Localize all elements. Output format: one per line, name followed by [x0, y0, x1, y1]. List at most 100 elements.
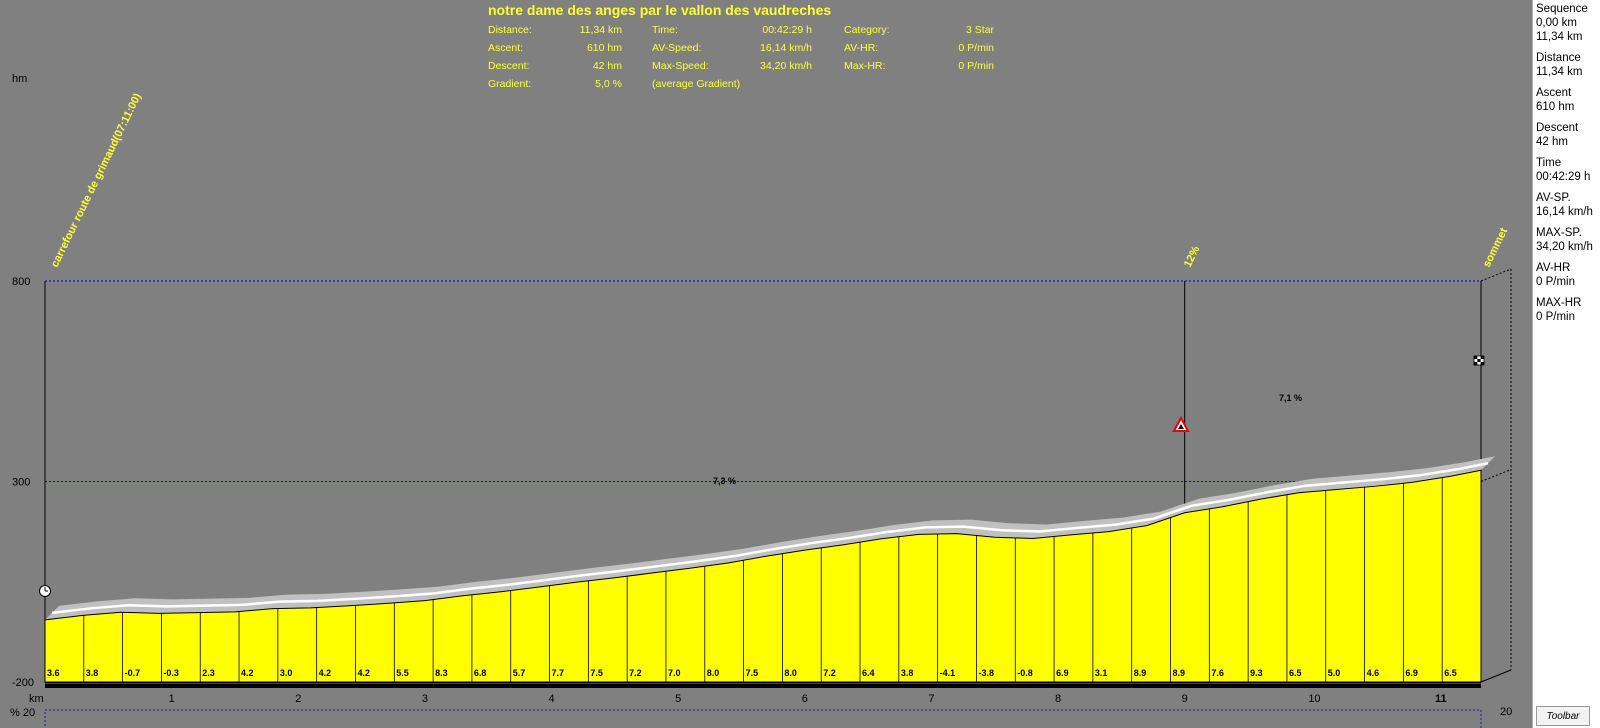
stats-spacer — [812, 42, 844, 54]
segment-gradient-label: 6.9 — [1056, 668, 1069, 678]
gradient-annotation-2: 7,1 % — [1279, 393, 1302, 403]
climb-marker-label: 12% — [1182, 244, 1203, 269]
sidebar-label: MAX-HR — [1536, 297, 1582, 309]
segment-gradient-label: -0.3 — [163, 668, 179, 678]
segment-gradient-label: 7.2 — [823, 668, 836, 678]
stats-cell: 11,34 km — [579, 24, 622, 36]
segment-gradient-label: 4.2 — [319, 668, 332, 678]
sidebar-label: Time — [1536, 157, 1562, 169]
x-tick-label: 3 — [422, 693, 428, 705]
info-sidebar: Sequence 0,00 km 11,34 km Distance 11,34… — [1532, 0, 1600, 728]
grad-axis-right-label: 20 — [1500, 706, 1512, 718]
climb-warning-icon — [1172, 415, 1190, 432]
sidebar-label: Distance — [1536, 52, 1581, 64]
sidebar-label: AV-SP. — [1536, 192, 1571, 204]
segment-gradient-label: 3.6 — [47, 668, 60, 678]
toolbar-button[interactable]: Toolbar — [1536, 706, 1590, 726]
stats-spacer — [812, 60, 844, 72]
segment-gradient-label: -0.7 — [125, 668, 141, 678]
stats-spacer — [622, 42, 652, 54]
sidebar-item-time: Time 00:42:29 h — [1533, 154, 1600, 189]
segment-gradient-label: 6.5 — [1289, 668, 1302, 678]
stats-cell: 00:42:29 h — [762, 24, 812, 36]
segment-gradient-label: 7.7 — [552, 668, 565, 678]
sidebar-label: Descent — [1536, 122, 1579, 134]
profile-area — [44, 469, 1482, 683]
stats-grid: Distance: 11,34 km Time: 00:42:29 h Category… — [488, 24, 994, 90]
sidebar-value: 0 P/min — [1536, 311, 1575, 323]
y-tick-label: 300 — [12, 477, 30, 489]
profile-layer — [44, 456, 1495, 683]
x-unit-label: km — [29, 693, 44, 705]
stats-spacer — [622, 78, 652, 90]
segment-gradient-label: -4.1 — [940, 668, 956, 678]
sidebar-value: 0 P/min — [1536, 276, 1575, 288]
segment-gradient-label: 5.5 — [396, 668, 409, 678]
segment-gradient-label: 7.2 — [629, 668, 642, 678]
sidebar-item-av-speed: AV-SP. 16,14 km/h — [1533, 189, 1600, 224]
stats-spacer — [622, 24, 652, 36]
sidebar-value: 11,34 km — [1536, 31, 1583, 43]
sidebar-item-distance: Distance 11,34 km — [1533, 49, 1600, 84]
segment-gradient-label: 3.1 — [1095, 668, 1108, 678]
segment-gradient-label: 7.6 — [1211, 668, 1224, 678]
finish-flag-icon — [1473, 355, 1485, 366]
stats-cell: 34,20 km/h — [760, 60, 812, 72]
sidebar-value: 42 hm — [1536, 136, 1568, 148]
sidebar-item-ascent: Ascent 610 hm — [1533, 84, 1600, 119]
stats-spacer — [812, 24, 844, 36]
stats-cell: Time: — [652, 24, 678, 36]
stats-cell: Distance: — [488, 24, 532, 36]
sidebar-value: 0,00 km — [1536, 17, 1577, 29]
depth-line — [1480, 268, 1512, 282]
summit-marker-label: sommet — [1481, 226, 1510, 269]
segment-gradient-label: -0.8 — [1017, 668, 1033, 678]
stats-spacer — [622, 60, 652, 72]
sidebar-item-sequence: Sequence 0,00 km 11,34 km — [1533, 0, 1600, 49]
y-tick-label: -200 — [12, 677, 34, 689]
sidebar-item-max-hr: MAX-HR 0 P/min — [1533, 294, 1600, 329]
x-axis-bar — [45, 684, 1481, 688]
stats-cell: Max-Speed: — [652, 60, 709, 72]
segment-gradient-label: 4.2 — [357, 668, 370, 678]
segment-gradient-label: 4.6 — [1367, 668, 1380, 678]
segment-gradient-label: 7.0 — [668, 668, 681, 678]
sidebar-value: 34,20 km/h — [1536, 241, 1593, 253]
sidebar-value: 610 hm — [1536, 101, 1575, 113]
sidebar-label: Sequence — [1536, 3, 1588, 15]
segment-gradient-label: 8.0 — [784, 668, 797, 678]
stats-cell: 3 Star — [965, 24, 994, 36]
stats-cell — [934, 78, 994, 90]
sidebar-value: 00:42:29 h — [1536, 171, 1591, 183]
route-title: notre dame des anges par le vallon des v… — [488, 2, 832, 18]
grad-axis-label: % 20 — [10, 707, 35, 719]
x-tick-label: 6 — [802, 693, 808, 705]
depth-line — [1480, 669, 1512, 683]
stats-cell: Max-HR: — [844, 60, 886, 72]
stats-cell: Ascent: — [488, 42, 524, 54]
sidebar-value: 16,14 km/h — [1536, 206, 1593, 218]
stats-cell: 5,0 % — [595, 78, 622, 90]
stats-cell — [844, 78, 934, 90]
depth-line — [1480, 469, 1512, 482]
sidebar-item-max-speed: MAX-SP. 34,20 km/h — [1533, 224, 1600, 259]
segment-gradient-label: 3.8 — [901, 668, 914, 678]
y-unit-label: hm — [12, 73, 27, 85]
x-tick-label: 10 — [1308, 693, 1320, 705]
start-icon — [39, 585, 51, 597]
sidebar-value: 11,34 km — [1536, 66, 1583, 78]
segment-gradient-label: -3.8 — [978, 668, 994, 678]
segment-gradient-label: 8.0 — [707, 668, 720, 678]
segment-gradient-label: 8.9 — [1134, 668, 1147, 678]
stats-cell: 16,14 km/h — [760, 42, 812, 54]
x-tick-label: 1 — [169, 693, 175, 705]
stats-cell: Gradient: — [488, 78, 532, 90]
segment-gradient-label: 6.9 — [1405, 668, 1418, 678]
segment-gradient-label: 3.8 — [86, 668, 99, 678]
stats-cell: 610 hm — [586, 42, 622, 54]
sidebar-label: MAX-SP. — [1536, 227, 1582, 239]
stats-cell: 0 P/min — [958, 42, 994, 54]
segment-gradient-label: 6.5 — [1444, 668, 1457, 678]
stats-cell: Category: — [844, 24, 890, 36]
x-tick-label: 7 — [928, 693, 934, 705]
